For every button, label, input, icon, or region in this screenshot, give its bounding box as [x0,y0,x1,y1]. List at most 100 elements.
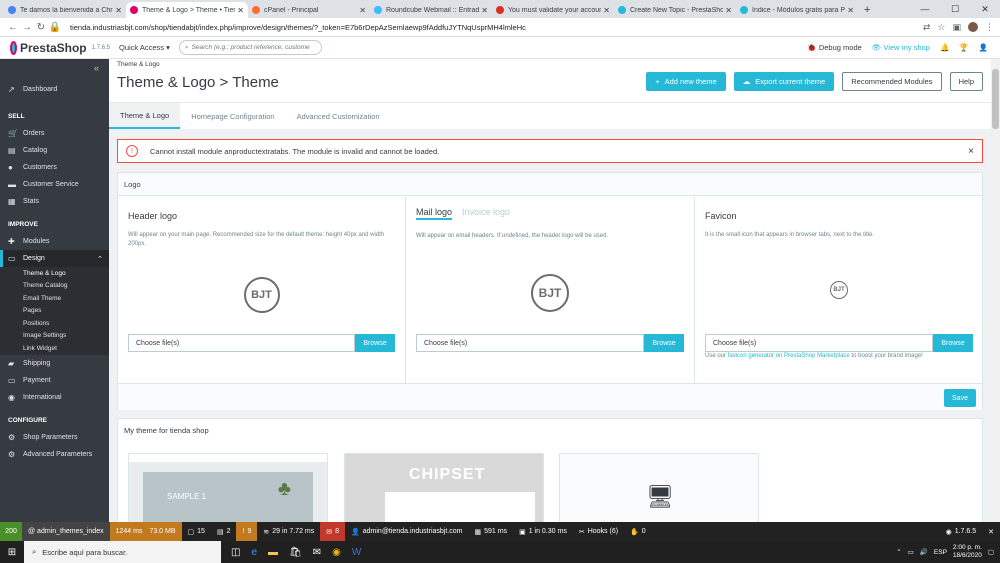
sidebar-item-stats[interactable]: ▦ Stats [0,193,109,210]
sidebar-item-payment[interactable]: ▭ Payment [0,372,109,389]
translate-icon[interactable]: ⇄ [923,22,931,33]
quick-access-dropdown[interactable]: Quick Access ▾ [119,43,170,52]
sidebar-item-customers[interactable]: ● Customers [0,159,109,176]
browser-tab[interactable]: Te damos la bienvenida a Chrome✕ [4,2,126,18]
brand-logo[interactable]: PrestaShop 1.7.6.5 [0,40,110,55]
sidebar-subitem[interactable]: Theme Catalog [0,279,109,292]
word-icon[interactable]: W [352,547,361,558]
close-tab-icon[interactable]: ✕ [237,6,244,15]
browser-tab[interactable]: Roundcube Webmail :: Entrada ✕ [370,2,492,18]
modules-info[interactable]: ✋ 0 [624,522,652,541]
validator-info[interactable]: ▤ 2 [211,522,237,541]
bookmark-star-icon[interactable]: ☆ [937,22,945,33]
file-placeholder[interactable]: Choose file(s) [416,334,644,352]
cache-info[interactable]: ▣ 1 in 0.30 ms [513,522,573,541]
theme-thumbnail-classic[interactable]: SAMPLE 1 ♣ [128,453,328,533]
task-view-icon[interactable]: ◫ [231,547,240,558]
view-shop-link[interactable]: 👁 View my shop [872,43,930,52]
header-logo-file-input[interactable]: Choose file(s) Browse [128,334,395,352]
sidebar-subitem[interactable]: Image Settings [0,329,109,342]
back-icon[interactable]: ← [6,22,20,33]
close-tab-icon[interactable]: ✕ [725,6,732,15]
file-explorer-icon[interactable]: ▬ [268,547,278,558]
new-tab-icon[interactable]: + [858,2,876,18]
notifications-icon[interactable]: 🔔 [940,43,949,52]
sidebar-item-design[interactable]: ▭ Design ⌃ [0,250,109,267]
close-debug-icon[interactable]: ✕ [982,522,1000,541]
account-icon[interactable]: 👤 [979,43,988,52]
store-icon[interactable]: 🛍 [289,547,302,558]
sidebar-item-customer-service[interactable]: ▬ Customer Service [0,176,109,193]
extension-icon[interactable]: ▣ [952,22,961,33]
help-button[interactable]: Help [949,72,983,91]
sidebar-item-international[interactable]: ◉ International [0,389,109,406]
hooks-info[interactable]: ✂ Hooks (6) [573,522,624,541]
debug-mode-link[interactable]: 🐞 Debug mode [807,43,861,52]
status-code[interactable]: 200 [0,522,22,541]
file-placeholder[interactable]: Choose file(s) [705,334,933,352]
close-tab-icon[interactable]: ✕ [603,6,610,15]
collapse-sidebar-icon[interactable]: « [94,63,99,73]
browser-tab[interactable]: cPanel - Principal ✕ [248,2,370,18]
browse-button[interactable]: Browse [644,334,684,352]
sidebar-subitem[interactable]: Pages [0,304,109,317]
tab-homepage-configuration[interactable]: Homepage Configuration [180,103,285,129]
tray-chevron-icon[interactable]: ⌃ [896,548,901,556]
sidebar-item-shipping[interactable]: ▰ Shipping [0,355,109,372]
url-field[interactable]: tienda.industriasbjt.com/shop/tiendabjt/… [70,23,923,32]
errors-info[interactable]: ✉ 8 [320,522,346,541]
close-window-icon[interactable]: ✕ [970,0,1000,18]
notification-center-icon[interactable]: ▢ [988,548,994,556]
profile-avatar[interactable] [968,21,978,32]
theme-thumbnail-chipset[interactable]: CHIPSET [344,453,544,533]
clock[interactable]: 2:00 p. m. 18/6/2020 [953,544,982,560]
browser-tab[interactable]: You must validate your account ✕ [492,2,614,18]
browser-tab[interactable]: Theme & Logo > Theme • Tienda ✕ [126,2,248,18]
maximize-icon[interactable]: ☐ [940,0,970,18]
favicon-generator-link[interactable]: favicon generator on PrestaShop Marketpl… [728,353,850,359]
tab-mail-logo[interactable]: Mail logo [416,207,453,220]
forms-info[interactable]: ▢ 15 [182,522,211,541]
save-button[interactable]: Save [944,389,976,407]
theme-thumbnail-add[interactable]: 🖥 [559,453,759,533]
scrollbar-thumb[interactable] [992,69,999,129]
render-time-info[interactable]: ▦ 591 ms [468,522,513,541]
sidebar-item-advanced-parameters[interactable]: ⚙ Advanced Parameters [0,446,109,463]
browser-tab[interactable]: Create New Topic - PrestaShop ✕ [614,2,736,18]
windows-start-icon[interactable]: ⊞ [0,541,24,563]
admin-search[interactable]: ⌕ [178,40,322,55]
tab-advanced-customization[interactable]: Advanced Customization [286,103,391,129]
forward-icon[interactable]: → [20,22,34,33]
db-queries-info[interactable]: ≋ 29 in 7.72 ms [257,522,320,541]
route-info[interactable]: @ admin_themes_index [22,522,110,541]
search-input[interactable] [191,44,312,51]
edge-icon[interactable]: e [251,547,257,558]
language-indicator[interactable]: ESP [934,549,947,556]
minimize-icon[interactable]: — [910,0,940,18]
sidebar-subitem[interactable]: Theme & Logo [0,267,109,280]
menu-dots-icon[interactable]: ⋮ [985,22,994,33]
sidebar-subitem[interactable]: Link Widget [0,342,109,355]
mail-icon[interactable]: ✉ [313,547,321,558]
page-scrollbar[interactable] [991,59,1000,522]
chrome-icon[interactable]: ◉ [332,547,341,558]
file-placeholder[interactable]: Choose file(s) [128,334,355,352]
browse-button[interactable]: Browse [355,334,395,352]
breadcrumb[interactable]: Theme & Logo [117,61,160,68]
close-tab-icon[interactable]: ✕ [847,6,854,15]
sidebar-item-dashboard[interactable]: ↗ Dashboard [0,81,109,98]
reload-icon[interactable]: ↻ [34,22,48,33]
add-new-theme-button[interactable]: + Add new theme [646,72,726,91]
favicon-file-input[interactable]: Choose file(s) Browse [705,334,973,352]
sidebar-item-catalog[interactable]: ▤ Catalog [0,142,109,159]
logs-info[interactable]: ! 9 [236,522,258,541]
performance-info[interactable]: 1244 ms 73.0 MB [109,522,182,541]
browser-tab[interactable]: Índice - Módulos gratis para Pre ✕ [736,2,858,18]
tab-invoice-logo[interactable]: Invoice logo [462,207,510,220]
sidebar-item-orders[interactable]: 🛒 Orders [0,125,109,142]
browse-button[interactable]: Browse [933,334,973,352]
recommended-modules-button[interactable]: Recommended Modules [842,72,942,91]
sidebar-item-modules[interactable]: ✚ Modules [0,233,109,250]
network-icon[interactable]: ▭ [908,548,914,556]
tab-theme-logo[interactable]: Theme & Logo [109,103,181,129]
